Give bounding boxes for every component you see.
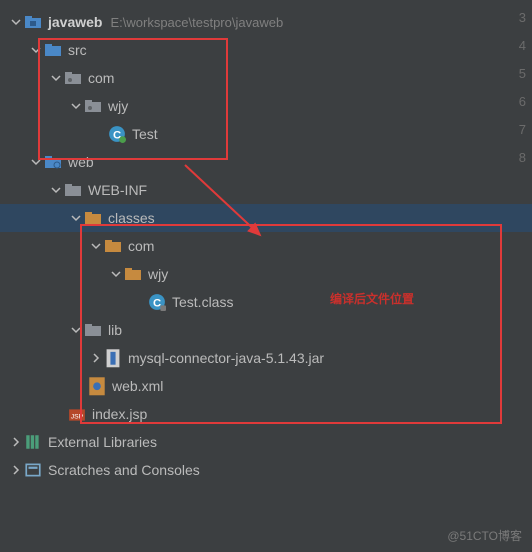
node-label: Test <box>132 126 158 142</box>
node-label: External Libraries <box>48 434 157 450</box>
tree-node-classes[interactable]: classes <box>0 204 532 232</box>
chevron-down-icon[interactable] <box>68 322 84 338</box>
chevron-down-icon[interactable] <box>48 70 64 86</box>
java-class-icon: C <box>108 126 126 142</box>
chevron-down-icon[interactable] <box>48 182 64 198</box>
chevron-right-icon[interactable] <box>8 434 24 450</box>
module-folder-icon <box>24 14 42 30</box>
project-tree[interactable]: javaweb E:\workspace\testpro\javaweb src… <box>0 0 532 492</box>
tree-node-webinf[interactable]: WEB-INF <box>0 176 532 204</box>
xml-file-icon <box>88 378 106 394</box>
tree-node-test-class[interactable]: C Test.class <box>0 288 532 316</box>
node-label: WEB-INF <box>88 182 147 198</box>
watermark: @51CTO博客 <box>447 527 522 544</box>
tree-node-src[interactable]: src <box>0 36 532 64</box>
chevron-down-icon[interactable] <box>8 14 24 30</box>
web-folder-icon <box>44 154 62 170</box>
tree-node-mysql-jar[interactable]: mysql-connector-java-5.1.43.jar <box>0 344 532 372</box>
jar-file-icon <box>104 350 122 366</box>
tree-node-external-libraries[interactable]: External Libraries <box>0 428 532 456</box>
svg-text:JSP: JSP <box>71 414 84 421</box>
svg-text:C: C <box>153 298 161 310</box>
tree-node-wjy[interactable]: wjy <box>0 92 532 120</box>
jsp-file-icon: JSP <box>68 406 86 422</box>
node-label: Test.class <box>172 294 233 310</box>
package-folder-icon <box>84 98 102 114</box>
chevron-right-icon[interactable] <box>88 350 104 366</box>
node-label: wjy <box>108 98 128 114</box>
chevron-down-icon[interactable] <box>108 266 124 282</box>
tree-node-webxml[interactable]: web.xml <box>0 372 532 400</box>
scratches-icon <box>24 462 42 478</box>
node-label: index.jsp <box>92 406 147 422</box>
node-label: src <box>68 42 87 58</box>
tree-node-lib[interactable]: lib <box>0 316 532 344</box>
class-file-icon: C <box>148 294 166 310</box>
folder-icon <box>84 322 102 338</box>
tree-node-web[interactable]: web <box>0 148 532 176</box>
folder-icon <box>64 182 82 198</box>
node-label: wjy <box>148 266 168 282</box>
node-label: web <box>68 154 94 170</box>
chevron-down-icon[interactable] <box>68 98 84 114</box>
tree-node-indexjsp[interactable]: JSP index.jsp <box>0 400 532 428</box>
node-label: web.xml <box>112 378 163 394</box>
node-label: classes <box>108 210 155 226</box>
chevron-down-icon[interactable] <box>28 154 44 170</box>
node-label: Scratches and Consoles <box>48 462 200 478</box>
excluded-folder-icon <box>84 210 102 226</box>
node-label: lib <box>108 322 122 338</box>
chevron-down-icon[interactable] <box>28 42 44 58</box>
tree-node-scratches[interactable]: Scratches and Consoles <box>0 456 532 484</box>
source-folder-icon <box>44 42 62 58</box>
tree-node-test-java[interactable]: C Test <box>0 120 532 148</box>
annotation-text: 编译后文件位置 <box>330 290 414 307</box>
node-label: mysql-connector-java-5.1.43.jar <box>128 350 324 366</box>
excluded-folder-icon <box>124 266 142 282</box>
package-folder-icon <box>64 70 82 86</box>
node-label: javaweb <box>48 14 102 30</box>
excluded-folder-icon <box>104 238 122 254</box>
chevron-down-icon[interactable] <box>68 210 84 226</box>
tree-node-com[interactable]: com <box>0 64 532 92</box>
node-label: com <box>128 238 154 254</box>
node-label: com <box>88 70 114 86</box>
chevron-down-icon[interactable] <box>88 238 104 254</box>
tree-node-root[interactable]: javaweb E:\workspace\testpro\javaweb <box>0 8 532 36</box>
node-path: E:\workspace\testpro\javaweb <box>110 15 283 30</box>
tree-node-wjy-out[interactable]: wjy <box>0 260 532 288</box>
libraries-icon <box>24 434 42 450</box>
chevron-right-icon[interactable] <box>8 462 24 478</box>
tree-node-com-out[interactable]: com <box>0 232 532 260</box>
